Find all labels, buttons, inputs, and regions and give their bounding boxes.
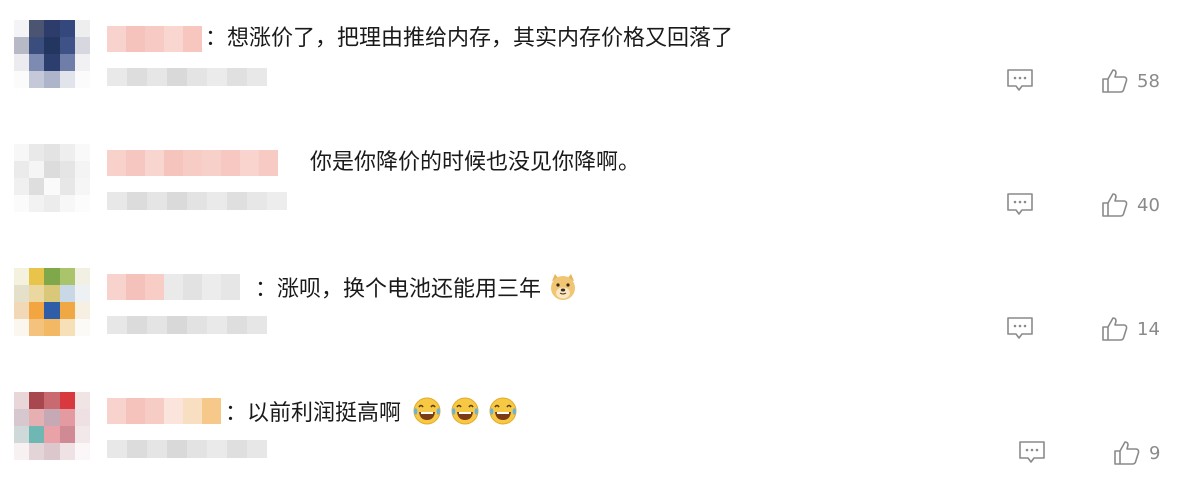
laugh-cry-emoji — [413, 397, 441, 425]
like-button[interactable]: 40 — [1101, 192, 1160, 218]
laugh-cry-emoji — [489, 397, 517, 425]
thumbs-up-icon — [1114, 441, 1140, 465]
like-count: 58 — [1137, 70, 1160, 92]
reply-button[interactable] — [1006, 316, 1034, 342]
thumbs-up-icon — [1102, 193, 1128, 217]
comment-body: 你是你降价的时候也没见你降啊。 — [310, 150, 641, 175]
comment-item: ：想涨价了，把理由推给内存，其实内存价格又回落了 58 — [0, 0, 1199, 124]
comment-body: 想涨价了，把理由推给内存，其实内存价格又回落了 — [227, 26, 734, 51]
comment-separator: ： — [205, 26, 228, 51]
reply-button[interactable] — [1018, 440, 1046, 466]
username-blurred[interactable] — [107, 26, 202, 52]
timestamp-blurred — [107, 192, 287, 212]
comment-body: 以前利润挺高啊 — [247, 401, 402, 426]
like-button[interactable]: 9 — [1113, 440, 1160, 466]
comment-separator: ： — [255, 277, 278, 302]
doge-emoji — [551, 274, 576, 300]
thumbs-up-icon — [1102, 69, 1128, 93]
comment-text: 你是你降价的时候也没见你降啊。 — [310, 148, 640, 178]
thumbs-up-icon — [1102, 317, 1128, 341]
comment-text: ：涨呗，换个电池还能用三年 — [255, 272, 586, 305]
timestamp-blurred — [107, 440, 267, 460]
avatar[interactable] — [14, 144, 90, 212]
like-button[interactable]: 14 — [1101, 316, 1160, 342]
avatar[interactable] — [14, 392, 90, 460]
reply-icon — [1019, 441, 1045, 463]
comment-separator: ： — [225, 401, 248, 426]
avatar[interactable] — [14, 268, 90, 336]
laugh-cry-emoji — [451, 397, 479, 425]
timestamp-blurred — [107, 68, 267, 88]
timestamp-blurred — [107, 316, 267, 336]
avatar[interactable] — [14, 20, 90, 88]
comment-item: 你是你降价的时候也没见你降啊。 40 — [0, 124, 1199, 248]
reply-icon — [1007, 317, 1033, 339]
username-blurred[interactable] — [107, 274, 240, 300]
reply-button[interactable] — [1006, 68, 1034, 94]
comment-text: ：想涨价了，把理由推给内存，其实内存价格又回落了 — [205, 24, 733, 54]
like-button[interactable]: 58 — [1101, 68, 1160, 94]
reply-icon — [1007, 69, 1033, 91]
reply-icon — [1007, 193, 1033, 215]
comment-body: 涨呗，换个电池还能用三年 — [277, 277, 542, 302]
comment-item: ：涨呗，换个电池还能用三年 14 — [0, 248, 1199, 372]
comment-list: ：想涨价了，把理由推给内存，其实内存价格又回落了 58 你是你降价的时候也没见你… — [0, 0, 1199, 501]
like-count: 14 — [1137, 318, 1160, 340]
username-blurred[interactable] — [107, 398, 221, 424]
username-blurred[interactable] — [107, 150, 278, 176]
comment-text: ：以前利润挺高啊 — [225, 396, 526, 429]
like-count: 40 — [1137, 194, 1160, 216]
like-count: 9 — [1149, 442, 1161, 464]
reply-button[interactable] — [1006, 192, 1034, 218]
comment-item: ：以前利润挺高啊 9 — [0, 372, 1199, 496]
